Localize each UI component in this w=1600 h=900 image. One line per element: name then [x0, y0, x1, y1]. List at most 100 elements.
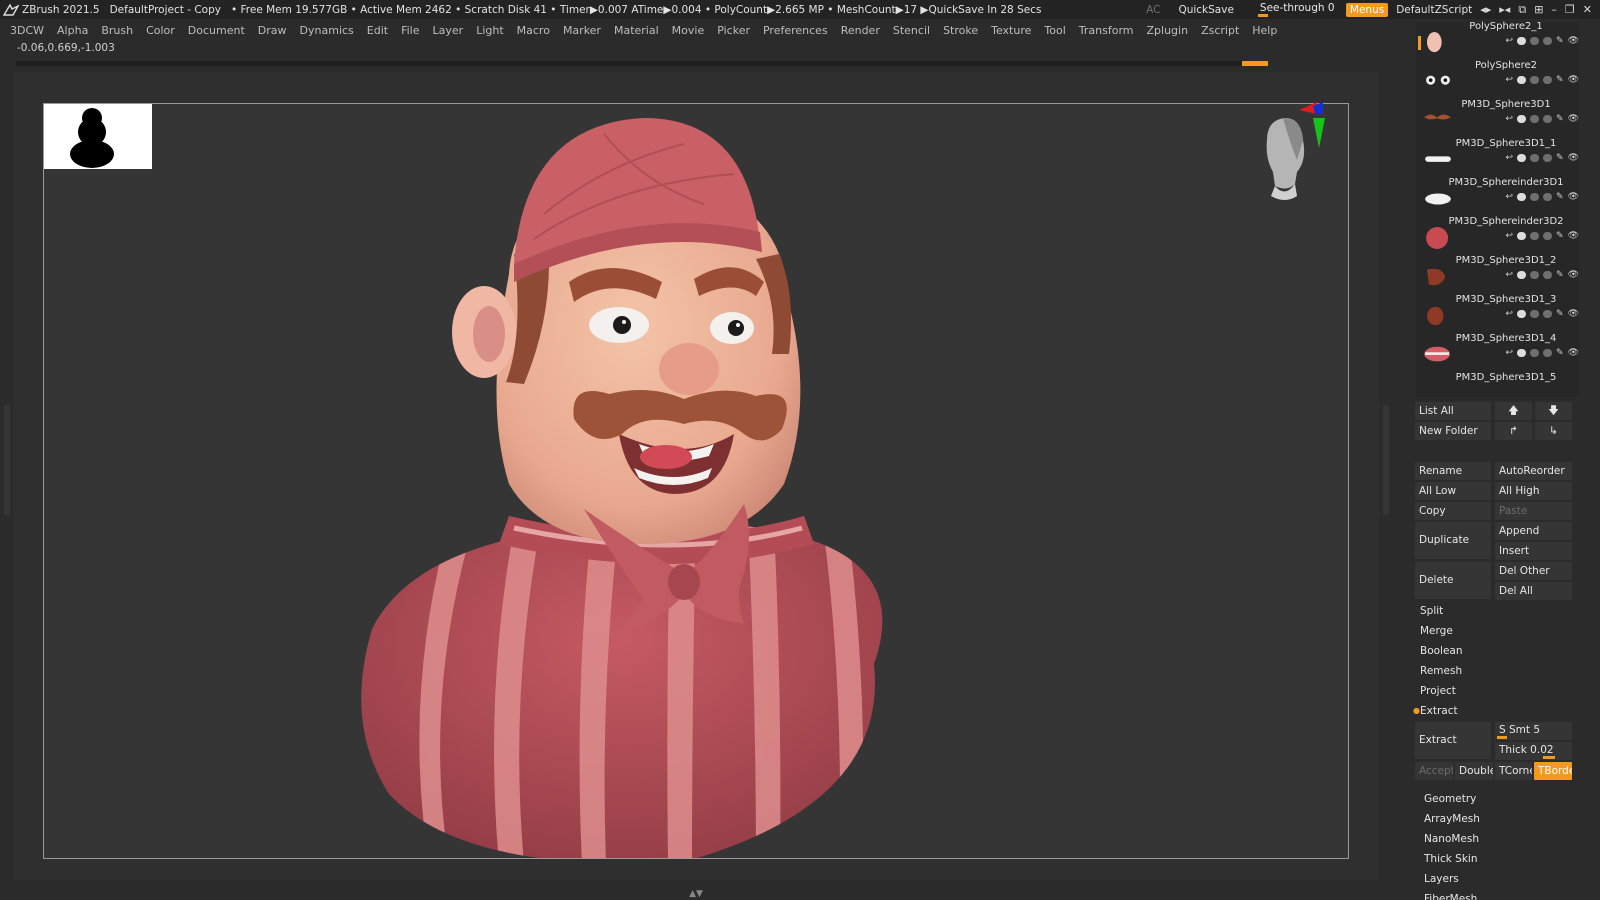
polypaint-toggle[interactable] [1517, 271, 1527, 279]
menu-light[interactable]: Light [476, 24, 503, 37]
menu-color[interactable]: Color [146, 24, 175, 37]
thick-slider[interactable]: Thick 0.02 [1495, 742, 1572, 760]
append-button[interactable]: Append [1495, 522, 1572, 540]
subtool-item[interactable]: PM3D_Sphere3D1 ↩ ✎ 👁 [1416, 94, 1579, 134]
default-zscript-button[interactable]: DefaultZScript [1396, 4, 1472, 16]
opacity-toggle[interactable] [1543, 115, 1553, 123]
opacity-toggle[interactable] [1543, 193, 1553, 201]
folder-arrow-icon[interactable]: ↩ [1505, 36, 1513, 46]
ac-label[interactable]: AC [1146, 4, 1160, 16]
menu-picker[interactable]: Picker [717, 24, 750, 37]
bottom-tray-handle[interactable]: ▲▼ [642, 890, 750, 899]
polypaint-toggle[interactable] [1517, 115, 1527, 123]
all-high-button[interactable]: All High [1495, 482, 1572, 500]
polypaint-toggle[interactable] [1517, 232, 1527, 240]
folder-arrow-icon[interactable]: ↩ [1505, 270, 1513, 280]
folder-arrow-icon[interactable]: ↩ [1505, 75, 1513, 85]
menu-zplugin[interactable]: Zplugin [1147, 24, 1189, 37]
brush-icon[interactable]: ✎ [1556, 192, 1564, 202]
thick-skin-section[interactable]: Thick Skin [1424, 850, 1478, 868]
ui-layout-icon[interactable]: ⧉ [1518, 3, 1526, 17]
polypaint-toggle[interactable] [1517, 193, 1527, 201]
dynamic-toggle[interactable] [1530, 349, 1540, 357]
subtool-item[interactable]: PM3D_Sphere3D1_1 ↩ ✎ 👁 [1416, 133, 1579, 173]
menu-edit[interactable]: Edit [367, 24, 388, 37]
ui-config-icon[interactable]: ⊞ [1534, 3, 1543, 16]
menu-macro[interactable]: Macro [517, 24, 550, 37]
brush-icon[interactable]: ✎ [1556, 75, 1564, 85]
opacity-toggle[interactable] [1543, 232, 1553, 240]
dynamic-toggle[interactable] [1530, 76, 1540, 84]
rename-button[interactable]: Rename [1415, 462, 1491, 480]
brush-icon[interactable]: ✎ [1556, 270, 1564, 280]
opacity-toggle[interactable] [1543, 76, 1553, 84]
menu-marker[interactable]: Marker [563, 24, 601, 37]
copy-button[interactable]: Copy [1415, 502, 1491, 520]
menu-3dcw[interactable]: 3DCW [10, 24, 44, 37]
polypaint-toggle[interactable] [1517, 349, 1527, 357]
menu-tool[interactable]: Tool [1044, 24, 1065, 37]
dynamic-toggle[interactable] [1530, 115, 1540, 123]
see-through-slider[interactable]: See-through 0 [1256, 2, 1338, 17]
menu-brush[interactable]: Brush [101, 24, 133, 37]
folder-arrow-icon[interactable]: ↩ [1505, 309, 1513, 319]
all-low-button[interactable]: All Low [1415, 482, 1491, 500]
project-section[interactable]: Project [1420, 682, 1456, 700]
geometry-section[interactable]: Geometry [1424, 790, 1476, 808]
nanomesh-section[interactable]: NanoMesh [1424, 830, 1479, 848]
extract-section[interactable]: Extract [1420, 702, 1458, 720]
folder-arrow-icon[interactable]: ↩ [1505, 153, 1513, 163]
restore-icon[interactable]: ❐ [1565, 3, 1575, 16]
del-other-button[interactable]: Del Other [1495, 562, 1572, 580]
top-scroll-track[interactable] [16, 61, 1268, 66]
folder-move-icon[interactable]: ↱ [1495, 422, 1532, 440]
arrow-up-icon[interactable]: 🡅 [1495, 402, 1532, 420]
polypaint-toggle[interactable] [1517, 37, 1527, 45]
double-toggle[interactable]: Double [1455, 762, 1493, 780]
paste-button[interactable]: Paste [1495, 502, 1572, 520]
dynamic-toggle[interactable] [1530, 37, 1540, 45]
subtool-item[interactable]: PM3D_Sphereinder3D2 ↩ ✎ 👁 [1416, 211, 1579, 251]
remesh-section[interactable]: Remesh [1420, 662, 1462, 680]
autoreorder-button[interactable]: AutoReorder [1495, 462, 1572, 480]
subtool-item[interactable]: PM3D_Sphere3D1_5 [1416, 367, 1579, 407]
left-tray-handle[interactable] [4, 405, 10, 515]
eye-visibility-icon[interactable]: 👁 [1568, 309, 1579, 319]
eye-visibility-icon[interactable]: 👁 [1568, 270, 1579, 280]
eye-visibility-icon[interactable]: 👁 [1568, 75, 1579, 85]
menu-help[interactable]: Help [1252, 24, 1277, 37]
brush-icon[interactable]: ✎ [1556, 309, 1564, 319]
menu-transform[interactable]: Transform [1079, 24, 1134, 37]
polypaint-toggle[interactable] [1517, 76, 1527, 84]
opacity-toggle[interactable] [1543, 154, 1553, 162]
brush-icon[interactable]: ✎ [1556, 36, 1564, 46]
list-all-button[interactable]: List All [1415, 402, 1491, 420]
dynamic-toggle[interactable] [1530, 193, 1540, 201]
menu-file[interactable]: File [401, 24, 419, 37]
subtool-item[interactable]: PM3D_Sphere3D1_2 ↩ ✎ 👁 [1416, 250, 1579, 290]
accept-button[interactable]: Accept [1415, 762, 1453, 780]
menu-zscript[interactable]: Zscript [1201, 24, 1239, 37]
folder-arrow-icon[interactable]: ↩ [1505, 192, 1513, 202]
boolean-section[interactable]: Boolean [1420, 642, 1463, 660]
opacity-toggle[interactable] [1543, 349, 1553, 357]
tborde-toggle[interactable]: TBorde [1534, 762, 1572, 780]
minimize-icon[interactable]: – [1551, 3, 1557, 16]
layout-toggle-icon[interactable]: ◂▸ [1480, 3, 1491, 16]
polypaint-toggle[interactable] [1517, 310, 1527, 318]
opacity-toggle[interactable] [1543, 271, 1553, 279]
arraymesh-section[interactable]: ArrayMesh [1424, 810, 1480, 828]
subtool-item[interactable]: PolySphere2 ↩ ✎ 👁 [1416, 55, 1579, 95]
tcorne-toggle[interactable]: TCorne [1495, 762, 1532, 780]
duplicate-button[interactable]: Duplicate [1415, 522, 1491, 559]
eye-visibility-icon[interactable]: 👁 [1568, 36, 1579, 46]
dynamic-toggle[interactable] [1530, 154, 1540, 162]
menu-stencil[interactable]: Stencil [893, 24, 930, 37]
subtool-item[interactable]: PolySphere2_1 ↩ ✎ 👁 [1416, 16, 1579, 56]
menu-document[interactable]: Document [188, 24, 245, 37]
quicksave-button[interactable]: QuickSave [1178, 4, 1233, 16]
del-all-button[interactable]: Del All [1495, 582, 1572, 600]
folder-down-icon[interactable]: ↳ [1535, 422, 1572, 440]
thumbnail-silhouette-preview[interactable] [44, 104, 152, 169]
polypaint-toggle[interactable] [1517, 154, 1527, 162]
